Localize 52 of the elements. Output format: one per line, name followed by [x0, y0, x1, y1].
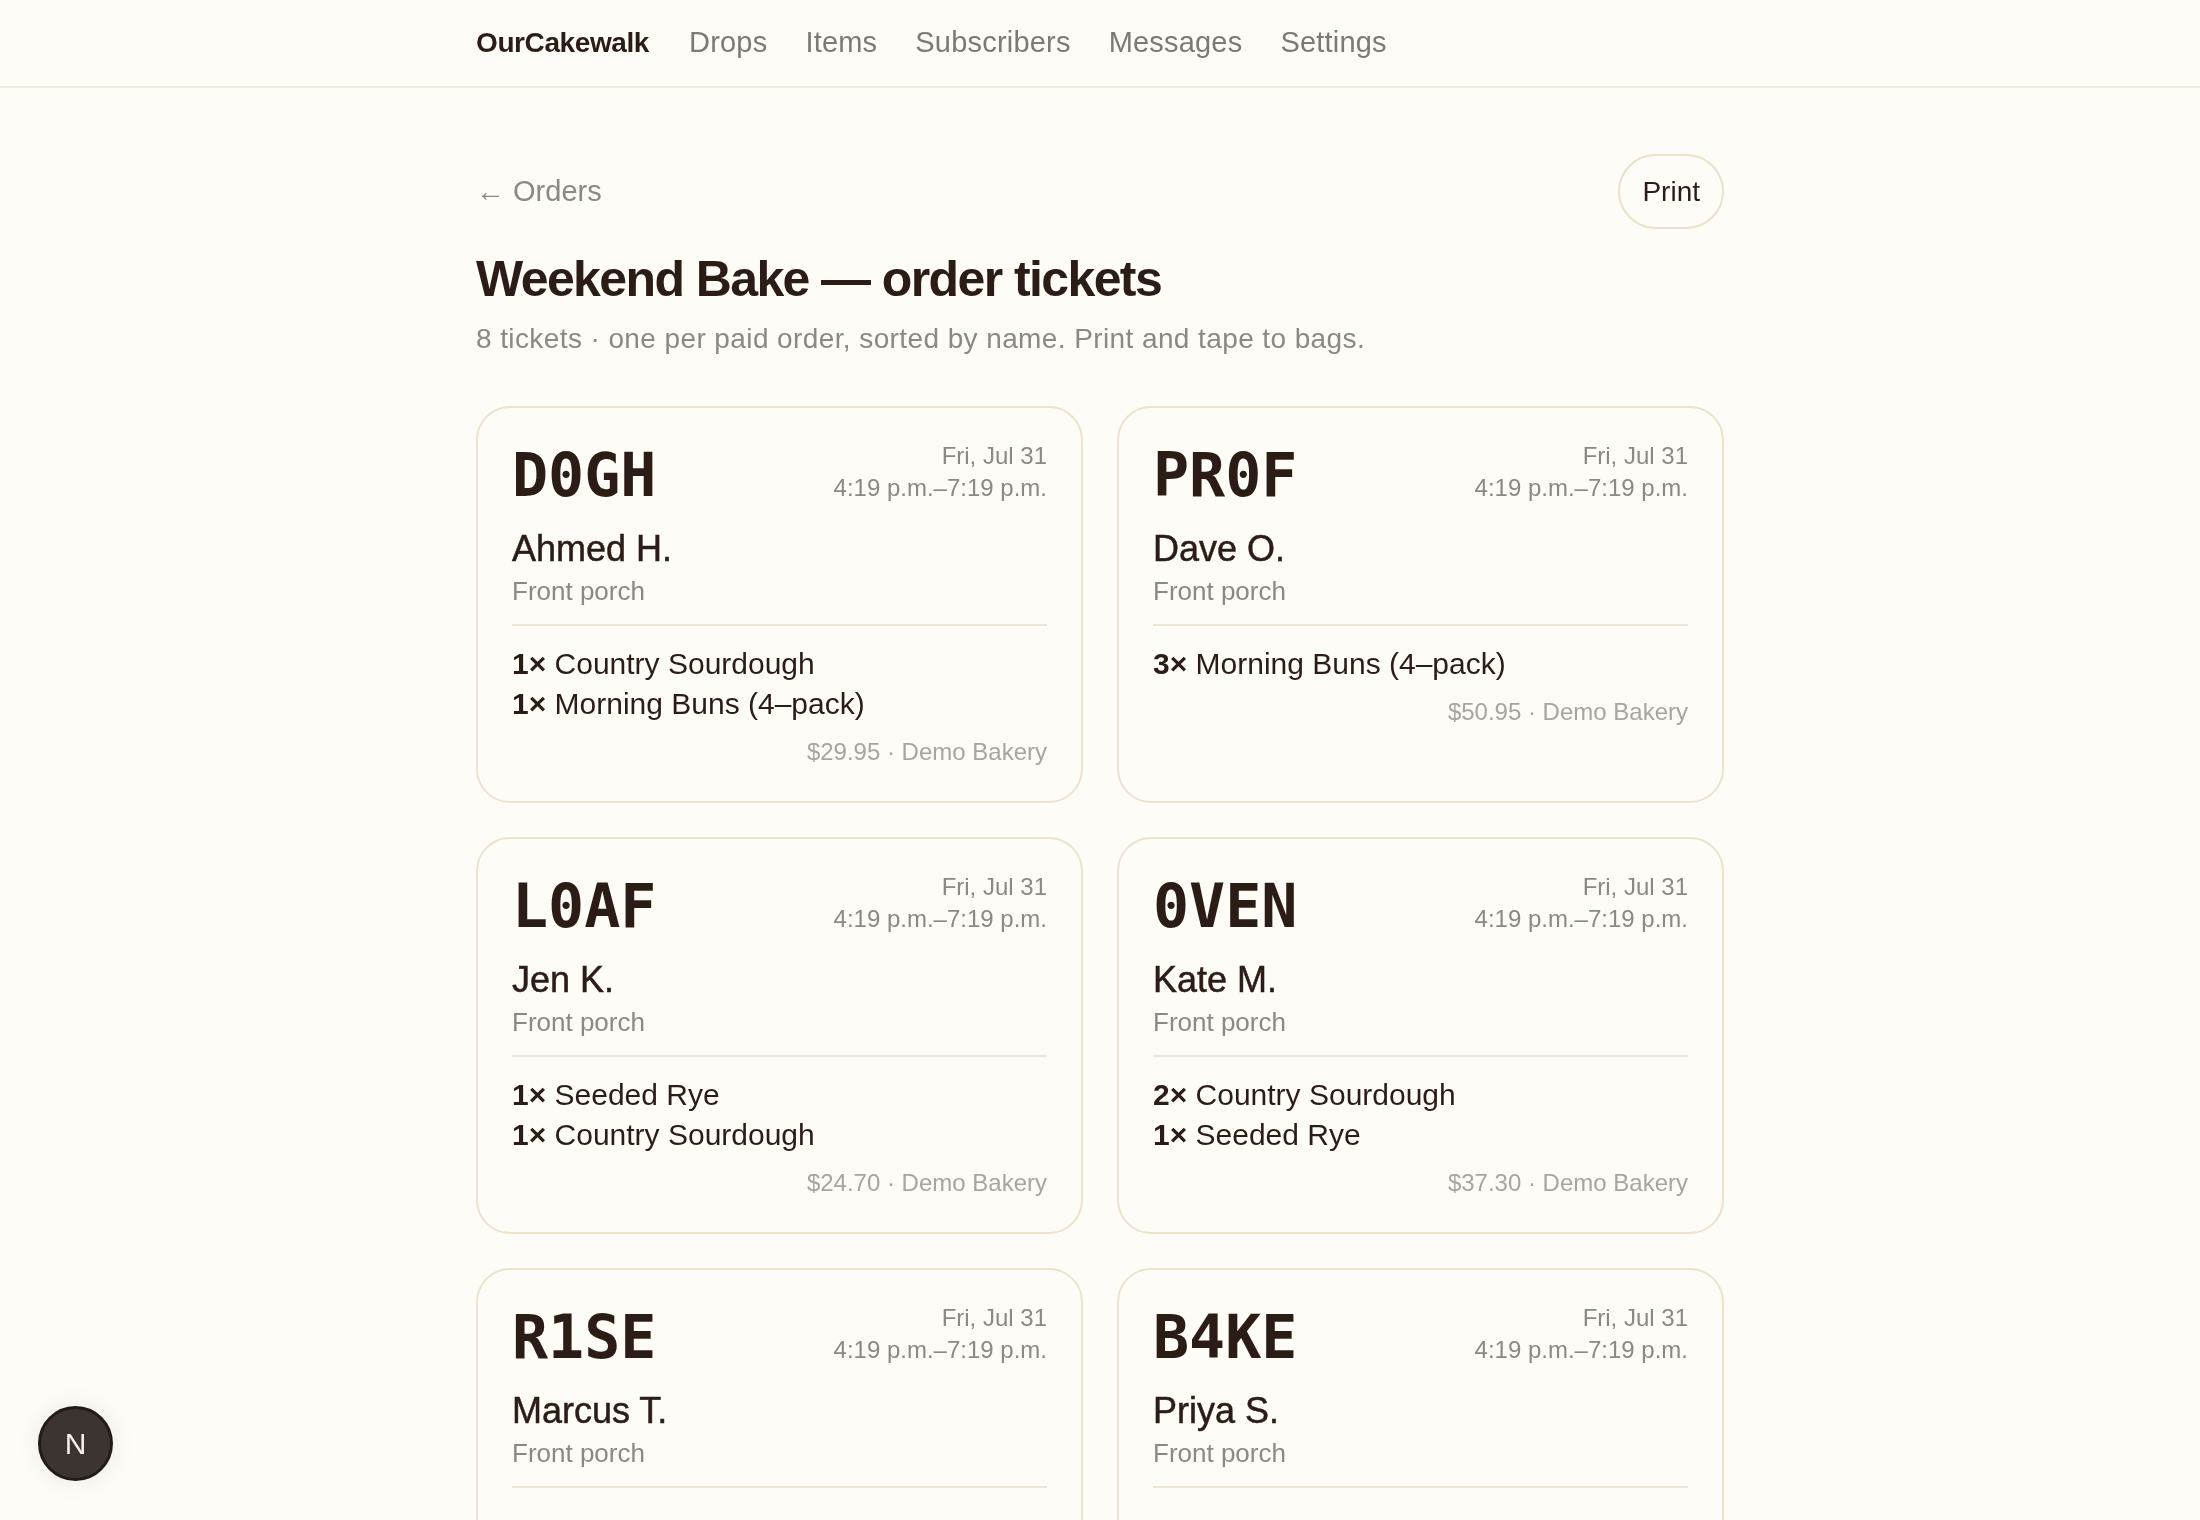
pickup-location: Front porch	[512, 575, 646, 609]
pickup-location: Front porch	[1153, 1437, 1287, 1471]
order-item: 2× Country Sourdough	[1153, 1077, 1457, 1114]
pickup-location: Front porch	[512, 1006, 646, 1040]
pickup-code: L0AF	[512, 871, 657, 942]
dev-tools-button[interactable]: N	[38, 1406, 113, 1481]
pickup-time: 4:19 p.m.–7:19 p.m.	[1474, 473, 1688, 504]
nav-link[interactable]: Messages	[1108, 21, 1243, 65]
pickup-location: Front porch	[1153, 575, 1287, 609]
order-item: 1× Seeded Rye	[512, 1077, 721, 1114]
pickup-time: 4:19 p.m.–7:19 p.m.	[1474, 1335, 1688, 1366]
order-total: $24.70 · Demo Bakery	[805, 1168, 1047, 1199]
order-item: 1× Morning Buns (4–pack)	[512, 686, 866, 723]
print-button[interactable]: Print	[1618, 154, 1724, 229]
pickup-code: PR0F	[1153, 440, 1298, 511]
pickup-date: Fri, Jul 31	[940, 441, 1047, 472]
customer-name: Kate M.	[1153, 958, 1279, 1002]
order-item: 3× Morning Buns (4–pack)	[1153, 646, 1507, 683]
nav-link[interactable]: Drops	[689, 21, 768, 65]
back-link[interactable]: ← Orders	[476, 169, 602, 214]
customer-name: Marcus T.	[512, 1389, 669, 1433]
order-total: $37.30 · Demo Bakery	[1446, 1168, 1688, 1199]
order-item: 1× Seeded Rye	[1153, 1117, 1362, 1154]
pickup-code: 0VEN	[1153, 871, 1298, 942]
pickup-date: Fri, Jul 31	[1581, 441, 1688, 472]
nav-link[interactable]: Items	[805, 21, 878, 65]
page-title: Weekend Bake — order tickets	[476, 250, 1163, 309]
pickup-date: Fri, Jul 31	[940, 1303, 1047, 1334]
pickup-code: B4KE	[1153, 1302, 1298, 1373]
pickup-time: 4:19 p.m.–7:19 p.m.	[833, 904, 1047, 935]
pickup-time: 4:19 p.m.–7:19 p.m.	[833, 473, 1047, 504]
pickup-location: Front porch	[512, 1437, 646, 1471]
order-total: $29.95 · Demo Bakery	[805, 737, 1047, 768]
page-subtitle: 8 tickets · one per paid order, sorted by name. Print and tape to bags.	[476, 322, 1367, 356]
pickup-location: Front porch	[1153, 1006, 1287, 1040]
brand-link[interactable]: OurCakewalk	[476, 22, 650, 64]
order-item: 1× Country Sourdough	[512, 1117, 816, 1154]
pickup-date: Fri, Jul 31	[940, 872, 1047, 903]
nav-link[interactable]: Settings	[1280, 21, 1387, 65]
pickup-time: 4:19 p.m.–7:19 p.m.	[833, 1335, 1047, 1366]
pickup-time: 4:19 p.m.–7:19 p.m.	[1474, 904, 1688, 935]
customer-name: Jen K.	[512, 958, 616, 1002]
order-total: $50.95 · Demo Bakery	[1446, 697, 1688, 728]
pickup-date: Fri, Jul 31	[1581, 1303, 1688, 1334]
nav-link[interactable]: Subscribers	[915, 21, 1071, 65]
order-item: 1× Country Sourdough	[512, 646, 816, 683]
pickup-code: D0GH	[512, 440, 657, 511]
pickup-code: R1SE	[512, 1302, 657, 1373]
customer-name: Ahmed H.	[512, 527, 674, 571]
customer-name: Priya S.	[1153, 1389, 1281, 1433]
customer-name: Dave O.	[1153, 527, 1287, 571]
pickup-date: Fri, Jul 31	[1581, 872, 1688, 903]
